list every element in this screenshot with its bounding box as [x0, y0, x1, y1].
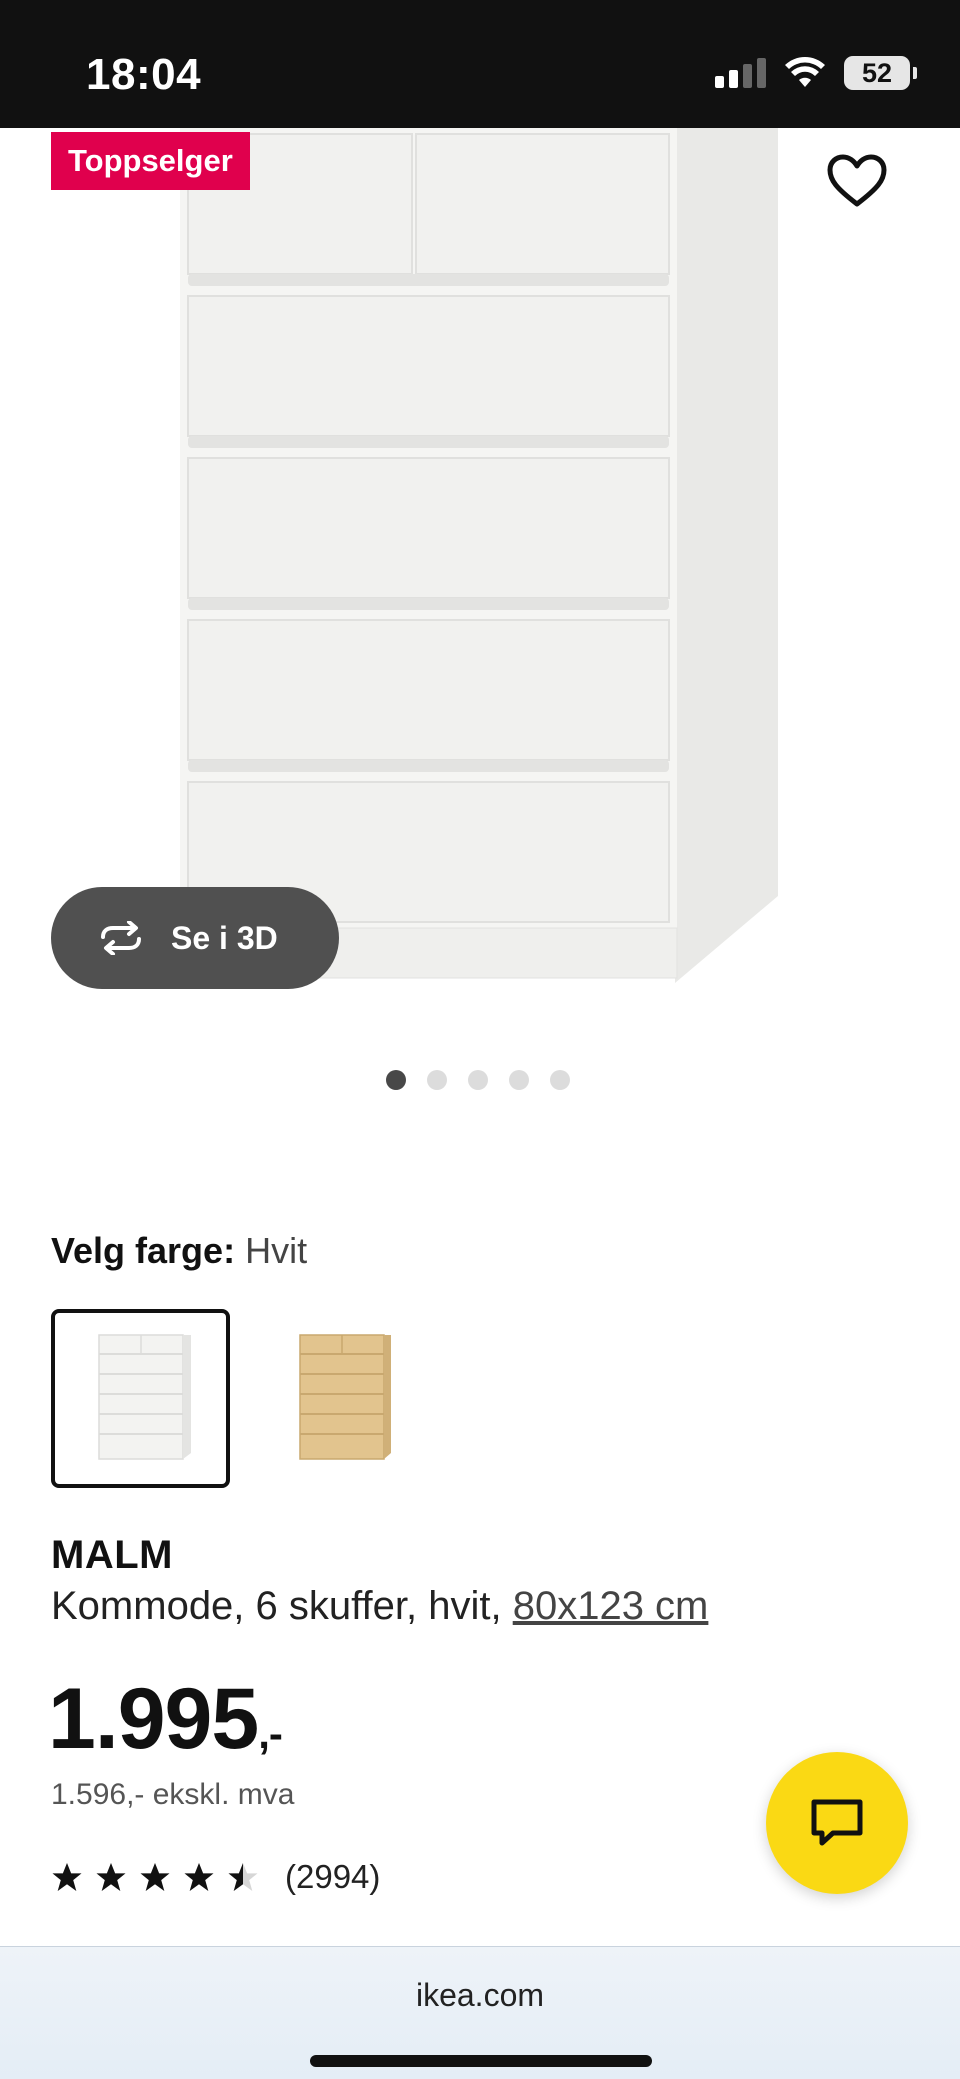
product-rating[interactable]: (2994) — [51, 1858, 380, 1896]
price-suffix: ,- — [258, 1710, 283, 1757]
star-icon — [52, 1863, 82, 1891]
star-icon — [184, 1863, 214, 1891]
battery-level: 52 — [861, 57, 893, 88]
status-bar: 18:04 52 — [0, 0, 960, 128]
rotate-3d-icon — [101, 921, 141, 955]
color-selection-label: Velg farge: Hvit — [51, 1230, 307, 1272]
top-seller-badge: Toppselger — [51, 132, 250, 190]
product-name: MALM — [51, 1533, 173, 1577]
swatch-white[interactable] — [51, 1309, 230, 1488]
favorite-button[interactable] — [826, 154, 888, 210]
browser-url-bar[interactable]: ikea.com — [0, 1946, 960, 2079]
carousel-indicators — [386, 1070, 570, 1090]
rating-stars — [51, 1862, 259, 1892]
carousel-dot[interactable] — [427, 1070, 447, 1090]
status-icons: 52 — [715, 56, 917, 90]
star-icon — [140, 1863, 170, 1891]
oak-dresser-thumbnail — [299, 1334, 391, 1460]
signal-icon — [715, 58, 766, 88]
url-text[interactable]: ikea.com — [0, 1977, 960, 2014]
home-indicator — [310, 2055, 652, 2067]
battery-icon: 52 — [844, 56, 917, 90]
product-photo — [180, 128, 778, 983]
rating-count: (2994) — [285, 1858, 381, 1895]
product-description: Kommode, 6 skuffer, hvit, 80x123 cm — [51, 1584, 708, 1629]
dimensions-link[interactable]: 80x123 cm — [513, 1584, 709, 1628]
product-description-text: Kommode, 6 skuffer, hvit, — [51, 1584, 513, 1628]
carousel-dot[interactable] — [550, 1070, 570, 1090]
price-excl-vat: 1.596,- ekskl. mva — [51, 1778, 295, 1811]
price: 1.995,- — [48, 1670, 283, 1769]
heart-icon — [827, 154, 887, 207]
status-time: 18:04 — [86, 50, 202, 99]
view-in-3d-label: Se i 3D — [171, 919, 278, 956]
color-value: Hvit — [245, 1230, 308, 1271]
color-swatches — [51, 1309, 429, 1488]
price-main: 1.995 — [48, 1671, 259, 1767]
swatch-oak[interactable] — [250, 1309, 429, 1488]
white-dresser-thumbnail — [98, 1334, 191, 1460]
star-icon — [96, 1863, 126, 1891]
view-in-3d-button[interactable]: Se i 3D — [51, 887, 339, 989]
star-icon — [228, 1863, 258, 1891]
wifi-icon — [785, 57, 825, 87]
color-label: Velg farge: — [51, 1230, 236, 1271]
carousel-dot[interactable] — [468, 1070, 488, 1090]
chat-icon — [811, 1799, 863, 1846]
carousel-dot[interactable] — [386, 1070, 406, 1090]
chat-button[interactable] — [766, 1752, 908, 1894]
carousel-dot[interactable] — [509, 1070, 529, 1090]
product-image-carousel[interactable] — [0, 128, 960, 998]
